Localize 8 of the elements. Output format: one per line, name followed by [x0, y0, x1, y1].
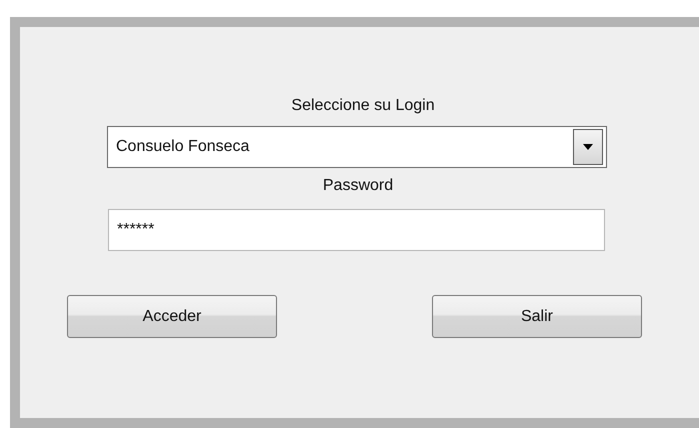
password-field[interactable]: ****** — [108, 209, 605, 251]
exit-button[interactable]: Salir — [432, 295, 642, 338]
dropdown-value: Consuelo Fonseca — [116, 137, 250, 157]
caret-icon[interactable] — [573, 129, 603, 165]
login-prompt: Seleccione su Login — [290, 96, 436, 116]
access-button[interactable]: Acceder — [67, 295, 277, 338]
login-dropdown[interactable]: Consuelo Fonseca — [107, 126, 607, 168]
password-label: Password — [322, 176, 394, 196]
